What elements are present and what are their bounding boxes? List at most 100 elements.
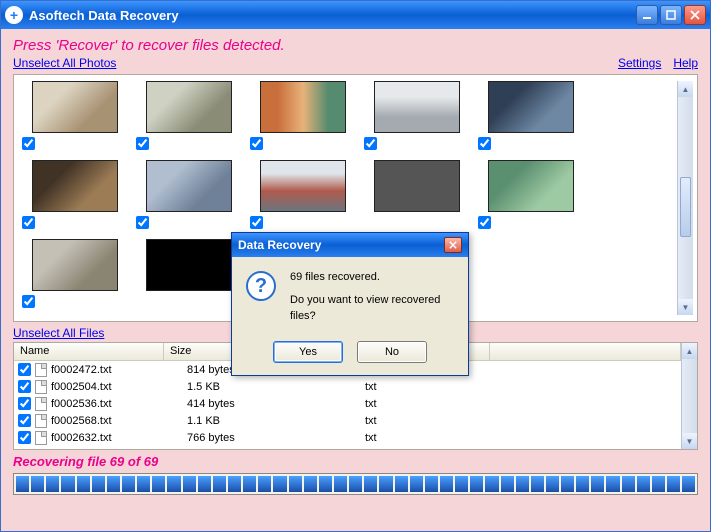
file-checkbox[interactable] bbox=[18, 380, 31, 393]
photo-thumbnail[interactable] bbox=[146, 239, 232, 291]
file-ext: txt bbox=[359, 432, 507, 444]
file-ext: txt bbox=[359, 381, 507, 393]
photo-thumbnail[interactable] bbox=[146, 160, 232, 212]
photo-checkbox[interactable] bbox=[22, 216, 35, 229]
file-name: f0002536.txt bbox=[51, 398, 112, 410]
file-name: f0002568.txt bbox=[51, 415, 112, 427]
scroll-track[interactable] bbox=[678, 97, 693, 299]
window-title: Asoftech Data Recovery bbox=[29, 8, 634, 23]
scroll-thumb[interactable] bbox=[680, 177, 691, 237]
photo-item[interactable] bbox=[22, 160, 118, 229]
dialog-body: ? 69 files recovered. Do you want to vie… bbox=[232, 257, 468, 335]
photo-checkbox[interactable] bbox=[478, 216, 491, 229]
column-header-spare bbox=[490, 343, 681, 360]
photo-item[interactable] bbox=[136, 160, 232, 229]
photo-thumbnail[interactable] bbox=[374, 81, 460, 133]
file-ext: txt bbox=[359, 398, 507, 410]
photo-thumbnail[interactable] bbox=[374, 160, 460, 212]
photo-thumbnail[interactable] bbox=[32, 160, 118, 212]
body-area: Press 'Recover' to recover files detecte… bbox=[1, 29, 710, 531]
scroll-down-arrow-icon[interactable]: ▼ bbox=[678, 299, 693, 315]
app-window: + Asoftech Data Recovery Press 'Recover'… bbox=[0, 0, 711, 532]
photo-item[interactable] bbox=[478, 160, 574, 229]
file-icon bbox=[35, 363, 47, 377]
photo-item[interactable] bbox=[250, 160, 346, 229]
photo-scrollbar[interactable]: ▲ ▼ bbox=[677, 81, 693, 315]
titlebar: + Asoftech Data Recovery bbox=[1, 1, 710, 29]
photo-checkbox[interactable] bbox=[364, 137, 377, 150]
help-link[interactable]: Help bbox=[673, 56, 698, 70]
file-icon bbox=[35, 380, 47, 394]
scroll-down-arrow-icon[interactable]: ▼ bbox=[682, 433, 697, 449]
dialog-buttons: Yes No bbox=[232, 335, 468, 375]
instruction-text: Press 'Recover' to recover files detecte… bbox=[13, 37, 698, 54]
photo-item[interactable] bbox=[478, 81, 574, 150]
photo-item[interactable] bbox=[22, 81, 118, 150]
question-icon: ? bbox=[246, 271, 276, 301]
photo-checkbox[interactable] bbox=[250, 137, 263, 150]
file-name: f0002504.txt bbox=[51, 381, 112, 393]
unselect-all-files-link[interactable]: Unselect All Files bbox=[13, 326, 104, 340]
dialog-titlebar: Data Recovery bbox=[232, 233, 468, 257]
unselect-all-photos-link[interactable]: Unselect All Photos bbox=[13, 56, 116, 70]
photo-thumbnail[interactable] bbox=[146, 81, 232, 133]
minimize-button[interactable] bbox=[636, 5, 658, 25]
photo-checkbox[interactable] bbox=[478, 137, 491, 150]
status-text: Recovering file 69 of 69 bbox=[13, 454, 698, 469]
table-row[interactable]: f0002536.txt 414 bytestxt bbox=[14, 395, 681, 412]
photo-thumbnail[interactable] bbox=[488, 160, 574, 212]
file-checkbox[interactable] bbox=[18, 397, 31, 410]
scroll-up-arrow-icon[interactable]: ▲ bbox=[678, 81, 693, 97]
photo-thumbnail[interactable] bbox=[488, 81, 574, 133]
file-checkbox[interactable] bbox=[18, 363, 31, 376]
table-row[interactable]: f0002504.txt 1.5 KBtxt bbox=[14, 378, 681, 395]
photo-checkbox[interactable] bbox=[136, 137, 149, 150]
dialog-title: Data Recovery bbox=[238, 238, 321, 252]
dialog-line1: 69 files recovered. bbox=[290, 269, 454, 286]
file-size: 1.1 KB bbox=[181, 415, 359, 427]
dialog-data-recovery: Data Recovery ? 69 files recovered. Do y… bbox=[231, 232, 469, 376]
photo-checkbox[interactable] bbox=[250, 216, 263, 229]
no-button[interactable]: No bbox=[357, 341, 427, 363]
file-icon bbox=[35, 414, 47, 428]
file-ext: txt bbox=[359, 415, 507, 427]
table-row[interactable]: f0002568.txt 1.1 KBtxt bbox=[14, 412, 681, 429]
dialog-close-button[interactable] bbox=[444, 237, 462, 253]
dialog-text: 69 files recovered. Do you want to view … bbox=[290, 269, 454, 325]
photo-thumbnail[interactable] bbox=[260, 81, 346, 133]
photo-thumbnail[interactable] bbox=[260, 160, 346, 212]
photo-item[interactable] bbox=[22, 239, 118, 308]
close-button[interactable] bbox=[684, 5, 706, 25]
file-icon bbox=[35, 431, 47, 445]
photo-item[interactable] bbox=[136, 239, 232, 308]
file-size: 414 bytes bbox=[181, 398, 359, 410]
photo-item[interactable] bbox=[136, 81, 232, 150]
column-header-name[interactable]: Name bbox=[14, 343, 164, 360]
file-name: f0002632.txt bbox=[51, 432, 112, 444]
file-checkbox[interactable] bbox=[18, 414, 31, 427]
photo-checkbox[interactable] bbox=[22, 137, 35, 150]
photo-checkbox[interactable] bbox=[22, 295, 35, 308]
photo-item[interactable] bbox=[364, 160, 460, 229]
photo-checkbox[interactable] bbox=[136, 216, 149, 229]
photo-thumbnail[interactable] bbox=[32, 239, 118, 291]
file-checkbox[interactable] bbox=[18, 431, 31, 444]
file-icon bbox=[35, 397, 47, 411]
dialog-line2: Do you want to view recovered files? bbox=[290, 292, 454, 325]
settings-link[interactable]: Settings bbox=[618, 56, 661, 70]
photo-thumbnail[interactable] bbox=[32, 81, 118, 133]
scroll-track[interactable] bbox=[682, 359, 697, 433]
photo-item[interactable] bbox=[364, 81, 460, 150]
table-row[interactable]: f0002632.txt 766 bytestxt bbox=[14, 429, 681, 446]
file-size: 766 bytes bbox=[181, 432, 359, 444]
scroll-up-arrow-icon[interactable]: ▲ bbox=[682, 343, 697, 359]
maximize-button[interactable] bbox=[660, 5, 682, 25]
photo-item[interactable] bbox=[250, 81, 346, 150]
file-size: 1.5 KB bbox=[181, 381, 359, 393]
file-name: f0002472.txt bbox=[51, 364, 112, 376]
file-scrollbar[interactable]: ▲ ▼ bbox=[681, 343, 697, 449]
yes-button[interactable]: Yes bbox=[273, 341, 343, 363]
top-link-row: Unselect All Photos Settings Help bbox=[13, 56, 698, 70]
progress-bar bbox=[13, 473, 698, 495]
app-icon: + bbox=[5, 6, 23, 24]
